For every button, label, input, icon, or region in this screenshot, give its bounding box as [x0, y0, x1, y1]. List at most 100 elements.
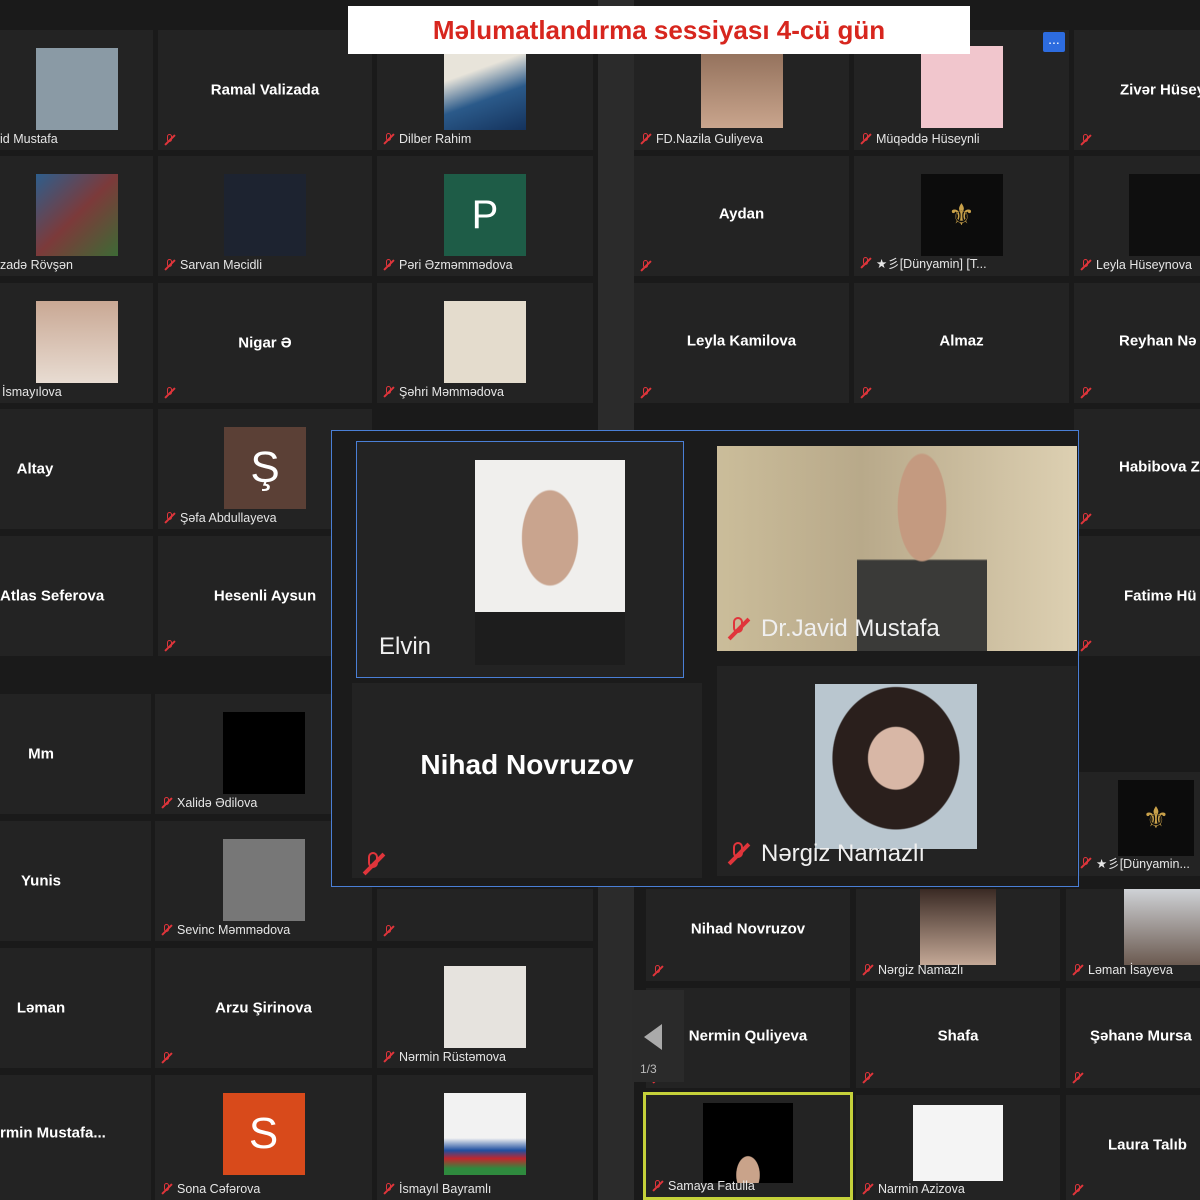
- participant-tile[interactable]: Nərmin Rüstəmova: [377, 948, 593, 1068]
- participant-tile[interactable]: ⚜ ★彡[Dünyamin...: [1074, 772, 1200, 876]
- participant-tile[interactable]: Shafa: [856, 988, 1060, 1088]
- participant-tile[interactable]: Narmin Azizova: [856, 1095, 1060, 1200]
- participant-label: Xalidə Ədilova: [161, 796, 257, 810]
- participant-tile[interactable]: P Pəri Əzməmmədova: [377, 156, 593, 276]
- participant-tile[interactable]: Arzu Şirinova: [155, 948, 372, 1068]
- muted-mic-icon: [164, 259, 176, 271]
- participant-tile[interactable]: S Sona Cəfərova: [155, 1075, 372, 1200]
- participant-video: [815, 684, 977, 849]
- participant-tile[interactable]: Şəhanə Mursa: [1066, 988, 1200, 1088]
- participant-name: Habibova Z: [1119, 458, 1200, 476]
- mute-indicator: [1072, 1072, 1084, 1084]
- muted-mic-icon: [161, 1052, 173, 1064]
- participant-tile[interactable]: İsmayıl Bayramlı: [377, 1075, 593, 1200]
- avatar-letter: Ş: [224, 427, 306, 509]
- participant-photo: [224, 174, 306, 256]
- muted-mic-icon: [1072, 964, 1084, 976]
- participant-tile[interactable]: Yunis: [0, 821, 151, 941]
- participant-name: Nihad Novruzov: [690, 920, 806, 938]
- muted-mic-icon: [1072, 1072, 1084, 1084]
- mute-indicator: [1080, 387, 1092, 399]
- mute-indicator: [652, 965, 664, 977]
- participant-tile[interactable]: Ləman: [0, 948, 151, 1068]
- participant-name: Fatimə Hü: [1124, 587, 1197, 605]
- video-tile-nargiz[interactable]: Nərgiz Namazlı: [717, 666, 1077, 876]
- participant-tile[interactable]: Aydan: [634, 156, 849, 276]
- participant-tile[interactable]: Ramal Valizada: [158, 30, 372, 150]
- muted-mic-icon: [1080, 134, 1092, 146]
- participant-name: id Mustafa: [0, 132, 58, 146]
- participant-tile[interactable]: Şəhri Məmmədova: [377, 283, 593, 403]
- muted-mic-icon: [383, 1051, 395, 1063]
- participant-label: Müqəddə Hüseynli: [860, 132, 980, 146]
- muted-mic-icon: [164, 512, 176, 524]
- participant-tile[interactable]: ⚜ ★彡[Dünyamin] [T...: [854, 156, 1069, 276]
- mute-indicator: [640, 387, 652, 399]
- avatar-letter: P: [444, 174, 526, 256]
- mute-indicator: [1080, 640, 1092, 652]
- participant-tile[interactable]: Altay: [0, 409, 153, 529]
- muted-mic-icon: [164, 134, 176, 146]
- avatar-letter: S: [222, 1093, 305, 1175]
- participant-tile[interactable]: Zivər Hüsey: [1074, 30, 1200, 150]
- participant-tile[interactable]: Ləman İsayeva: [1066, 889, 1200, 981]
- mute-indicator: [640, 260, 652, 272]
- participant-tile[interactable]: Leyla Hüseynova: [1074, 156, 1200, 276]
- participant-shirt: [475, 612, 625, 665]
- active-speaker-tile[interactable]: Samaya Fatulla: [643, 1092, 853, 1200]
- participant-tile[interactable]: Nihad Novruzov: [646, 889, 850, 981]
- mute-indicator: [1080, 513, 1092, 525]
- participant-tile[interactable]: rmin Mustafa...: [0, 1075, 151, 1200]
- participant-tile[interactable]: Nigar Ə: [158, 283, 372, 403]
- video-tile-javid[interactable]: Dr.Javid Mustafa: [717, 446, 1077, 651]
- participant-photo: [222, 712, 305, 794]
- participant-tile[interactable]: Almaz: [854, 283, 1069, 403]
- more-options-button[interactable]: ...: [1043, 32, 1065, 52]
- muted-mic-icon: [640, 387, 652, 399]
- participant-tile[interactable]: İsmayılova: [0, 283, 153, 403]
- participant-name: Mm: [28, 745, 54, 763]
- mute-indicator: [1072, 1184, 1084, 1196]
- mute-indicator: [862, 1072, 874, 1084]
- participant-photo: [444, 1093, 526, 1175]
- participant-label: Şəhri Məmmədova: [383, 385, 504, 399]
- muted-mic-icon: [164, 640, 176, 652]
- participant-label: Sevinc Məmmədova: [161, 923, 290, 937]
- participant-tile[interactable]: Laura Talıb: [1066, 1095, 1200, 1200]
- participant-name: rmin Mustafa...: [0, 1124, 106, 1141]
- muted-mic-icon: [652, 1180, 664, 1192]
- participant-tile[interactable]: id Mustafa: [0, 30, 153, 150]
- participant-label: FD.Nazila Guliyeva: [640, 132, 763, 146]
- participant-photo: [222, 839, 305, 921]
- participant-label: Narmin Azizova: [862, 1182, 965, 1196]
- participant-tile[interactable]: Reyhan Nə: [1074, 283, 1200, 403]
- participant-tile[interactable]: Habibova Z: [1074, 409, 1200, 529]
- muted-mic-icon: [860, 256, 872, 269]
- mute-indicator: [164, 387, 176, 399]
- participant-tile[interactable]: Mm: [0, 694, 151, 814]
- participant-tile[interactable]: zadə Rövşən: [0, 156, 153, 276]
- participant-tile[interactable]: Leyla Kamilova: [634, 283, 849, 403]
- participant-tile[interactable]: Fatimə Hü: [1074, 536, 1200, 656]
- participant-name: Reyhan Nə: [1119, 332, 1197, 350]
- participant-photo: [1124, 889, 1200, 965]
- video-tile-elvin[interactable]: Elvin: [356, 441, 684, 678]
- session-title-banner: Məlumatlandırma sessiyası 4-cü gün: [348, 6, 970, 54]
- participant-name: Nihad Novruzov: [420, 748, 634, 780]
- participant-name: Leyla Kamilova: [686, 332, 797, 350]
- participant-tile[interactable]: Sarvan Məcidli: [158, 156, 372, 276]
- participant-photo: [35, 301, 118, 383]
- participant-label: Sona Cəfərova: [161, 1182, 260, 1196]
- participant-tile[interactable]: Nərgiz Namazlı: [856, 889, 1060, 981]
- participant-label: Nərgiz Namazlı: [862, 963, 963, 977]
- video-tile-nihad[interactable]: Nihad Novruzov: [352, 683, 702, 878]
- participant-tile[interactable]: [377, 889, 593, 941]
- muted-mic-icon: [862, 1072, 874, 1084]
- previous-page-button[interactable]: 1/3: [632, 990, 684, 1082]
- participant-photo: [913, 1105, 1003, 1181]
- participant-photo: [444, 966, 526, 1048]
- phoenix-logo-icon: ⚜: [920, 174, 1003, 256]
- participant-label: Nərgiz Namazlı: [727, 840, 925, 868]
- mute-indicator: [161, 1052, 173, 1064]
- participant-tile[interactable]: Atlas Seferova: [0, 536, 153, 656]
